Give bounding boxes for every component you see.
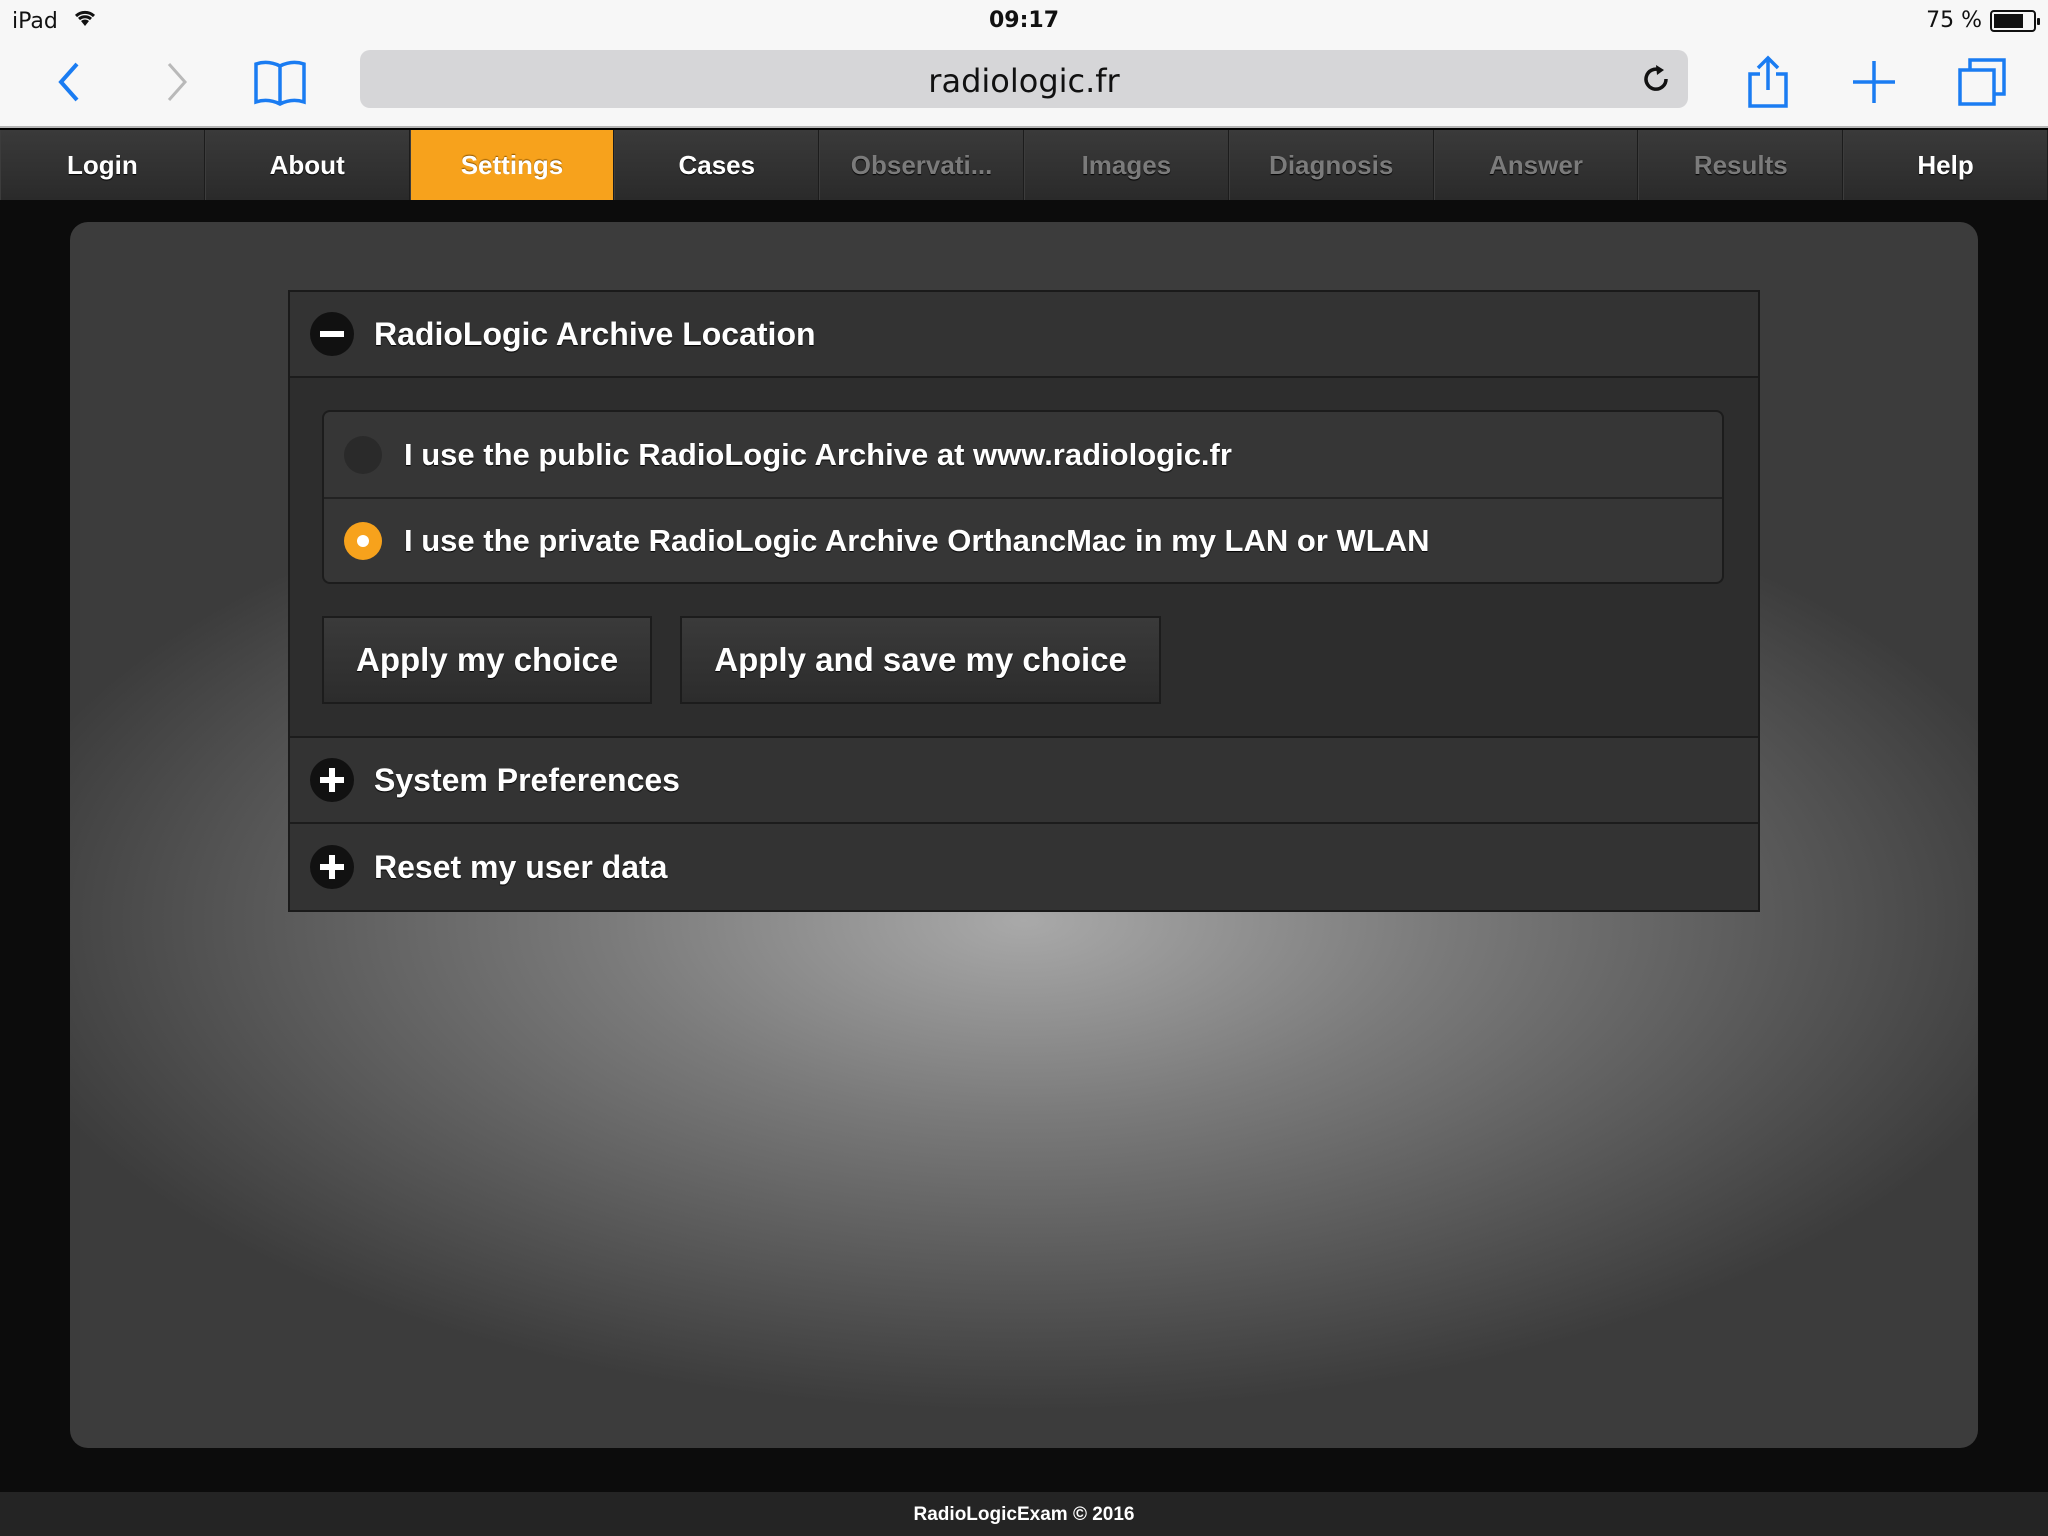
tab-label: Answer	[1489, 149, 1583, 180]
tab-diagnosis[interactable]: Diagnosis	[1228, 130, 1434, 200]
back-icon[interactable]	[40, 52, 100, 112]
tab-login[interactable]: Login	[0, 130, 205, 200]
expand-plus-icon	[310, 845, 354, 889]
expand-plus-icon	[310, 758, 354, 802]
address-bar[interactable]: radiologic.fr	[360, 50, 1688, 108]
tabs-icon[interactable]	[1952, 52, 2012, 112]
tab-label: Login	[67, 149, 138, 180]
radio-public-archive[interactable]: I use the public RadioLogic Archive at w…	[324, 412, 1722, 497]
url-text: radiologic.fr	[928, 62, 1120, 100]
reset-user-data-header[interactable]: Reset my user data	[290, 824, 1758, 910]
radio-label: I use the public RadioLogic Archive at w…	[404, 436, 1232, 472]
tab-cases[interactable]: Cases	[614, 130, 820, 200]
apply-button[interactable]: Apply my choice	[322, 616, 653, 704]
settings-accordion: RadioLogic Archive Location I use the pu…	[288, 290, 1760, 912]
radio-label: I use the private RadioLogic Archive Ort…	[404, 522, 1430, 558]
tab-observations[interactable]: Observati...	[819, 130, 1024, 200]
radio-button[interactable]	[344, 521, 382, 560]
share-icon[interactable]	[1738, 52, 1798, 112]
archive-section-body: I use the public RadioLogic Archive at w…	[290, 378, 1758, 738]
archive-radio-group: I use the public RadioLogic Archive at w…	[322, 410, 1724, 584]
tab-label: Settings	[460, 149, 564, 180]
section-title: System Preferences	[374, 761, 680, 798]
tab-answer[interactable]: Answer	[1433, 130, 1639, 200]
tab-label: Cases	[678, 149, 756, 180]
collapse-minus-icon	[310, 312, 354, 356]
tab-label: Observati...	[850, 149, 993, 180]
battery-level	[1994, 13, 2023, 28]
reload-icon[interactable]	[1640, 63, 1672, 95]
tab-label: Help	[1917, 149, 1974, 180]
tab-label: About	[269, 149, 345, 180]
section-title: Reset my user data	[374, 848, 668, 885]
tab-images[interactable]: Images	[1023, 130, 1229, 200]
radio-private-archive[interactable]: I use the private RadioLogic Archive Ort…	[324, 497, 1722, 582]
radio-button[interactable]	[344, 435, 382, 474]
tab-about[interactable]: About	[204, 130, 410, 200]
footer: RadioLogicExam © 2016	[0, 1492, 2048, 1536]
bookmarks-icon[interactable]	[250, 52, 310, 112]
archive-section-header[interactable]: RadioLogic Archive Location	[290, 292, 1758, 378]
app-nav: Login About Settings Cases Observati... …	[0, 130, 2048, 200]
system-preferences-header[interactable]: System Preferences	[290, 738, 1758, 824]
tab-help[interactable]: Help	[1843, 130, 2048, 200]
tab-results[interactable]: Results	[1638, 130, 1844, 200]
section-title: RadioLogic Archive Location	[374, 315, 816, 352]
battery-icon	[1990, 9, 2040, 32]
apply-save-button[interactable]: Apply and save my choice	[680, 616, 1161, 704]
browser-toolbar: radiologic.fr	[0, 40, 2048, 128]
tab-settings[interactable]: Settings	[409, 130, 615, 200]
battery-percent: 75 %	[1926, 8, 1982, 33]
tab-label: Images	[1081, 149, 1172, 180]
forward-icon[interactable]	[146, 52, 206, 112]
tab-label: Diagnosis	[1269, 149, 1394, 180]
clock: 09:17	[988, 8, 1060, 33]
tab-label: Results	[1693, 149, 1788, 180]
new-tab-icon[interactable]	[1844, 52, 1904, 112]
copyright-text: RadioLogicExam © 2016	[913, 1504, 1135, 1525]
status-bar: iPad 09:17 75 %	[0, 0, 2048, 40]
